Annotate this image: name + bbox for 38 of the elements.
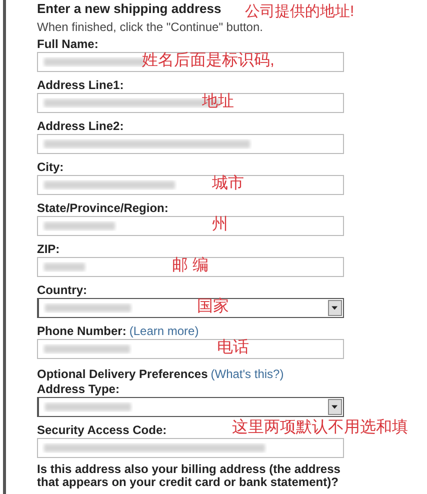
field-label: ZIP: <box>37 242 60 256</box>
input-field[interactable] <box>37 216 344 236</box>
input-field[interactable] <box>37 339 344 359</box>
dropdown-field[interactable] <box>37 298 344 318</box>
caret-icon <box>328 300 342 316</box>
field-label: Country: <box>37 283 87 297</box>
annotation-text: 城市 <box>212 175 244 193</box>
input-field[interactable] <box>37 438 344 458</box>
caret-icon <box>328 399 342 415</box>
instruction-text: When finished, click the "Continue" button. <box>37 21 263 34</box>
field-label: Full Name: <box>37 37 98 51</box>
annotation-text: 这里两项默认不用选和填 <box>232 419 408 437</box>
field-label: Address Type: <box>37 382 120 396</box>
help-link[interactable]: (What's this?) <box>210 367 284 381</box>
blurred-text-drawing <box>42 261 87 273</box>
input-field[interactable] <box>37 134 344 154</box>
page-heading: Enter a new shipping address <box>37 3 222 15</box>
annotation-text: 邮 编 <box>172 257 208 275</box>
field-label: Security Access Code: <box>37 423 167 437</box>
annotation-text: 州 <box>212 216 228 234</box>
field-label: Phone Number: <box>37 324 126 338</box>
annotation-text: 公司提供的地址! <box>245 3 354 21</box>
field-label: Address Line2: <box>37 119 124 133</box>
billing-question: Is this address also your billing address (the address that appears on your credit card or bank statement)? <box>37 463 342 489</box>
dropdown-field[interactable] <box>37 397 344 417</box>
annotation-text: 地址 <box>202 93 234 111</box>
field-label: Address Line1: <box>37 78 124 92</box>
section-label: Optional Delivery Preferences <box>37 367 208 381</box>
input-field[interactable] <box>37 93 344 113</box>
input-field[interactable] <box>37 52 344 72</box>
annotation-text: 国家 <box>197 298 229 316</box>
help-link[interactable]: (Learn more) <box>129 324 199 338</box>
field-label: City: <box>37 160 64 174</box>
field-label: State/Province/Region: <box>37 201 168 215</box>
annotation-text: 姓名后面是标识码, <box>142 52 274 70</box>
input-field[interactable] <box>37 257 344 277</box>
annotation-text: 电话 <box>217 339 249 357</box>
input-field[interactable] <box>37 175 344 195</box>
